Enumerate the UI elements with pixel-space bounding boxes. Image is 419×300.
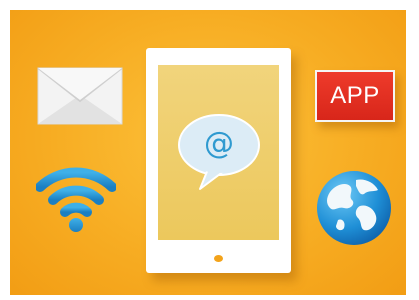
app-badge-label: APP [330, 82, 380, 109]
app-badge: APP [315, 70, 395, 122]
illustration: @ APP [10, 10, 406, 295]
chat-bubble-icon: @ [178, 113, 260, 193]
at-sign-symbol: @ [204, 126, 234, 161]
globe-icon [317, 171, 391, 245]
envelope-icon [37, 67, 123, 125]
tablet-device: @ [146, 48, 291, 273]
tablet-home-button [214, 255, 223, 262]
image-frame: @ APP [0, 0, 419, 300]
wifi-icon [36, 167, 116, 232]
tablet-screen: @ [158, 65, 279, 240]
